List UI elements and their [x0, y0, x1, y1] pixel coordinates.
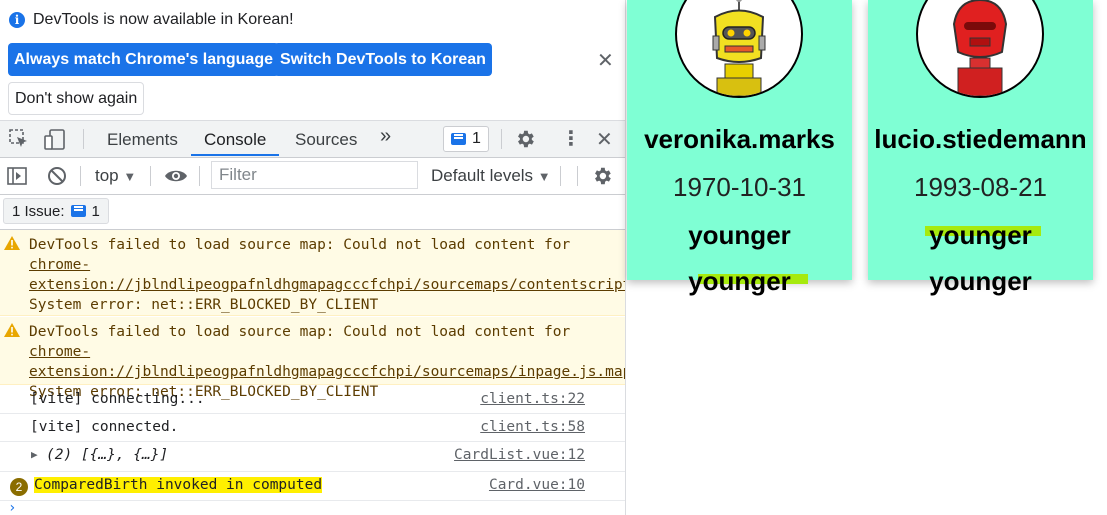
- tab-separator: [83, 129, 84, 149]
- birthdate: 1970-10-31: [673, 172, 806, 202]
- more-options-icon[interactable]: ⋮: [561, 126, 581, 151]
- console-prompt-icon[interactable]: ›: [8, 500, 16, 515]
- more-tabs-icon[interactable]: »: [380, 125, 391, 148]
- warning-prefix: DevTools failed to load source map: Coul…: [29, 237, 579, 253]
- log-source-link[interactable]: client.ts:22: [480, 391, 585, 407]
- log-levels-label: Default levels: [431, 166, 534, 185]
- message-count: 1: [472, 130, 481, 147]
- console-log-row: ▶ (2) [{…}, {…}] CardList.vue:12: [0, 442, 625, 472]
- robot-avatar-icon: [712, 0, 766, 96]
- robot-avatar-icon: [952, 0, 1008, 96]
- console-log-row: [vite] connecting... client.ts:22: [0, 386, 625, 414]
- device-toolbar-icon[interactable]: [44, 129, 66, 151]
- source-map-link[interactable]: chrome-extension://jblndlipeogpafnldhgma…: [29, 344, 625, 380]
- robot-avatar: [916, 0, 1044, 98]
- warning-prefix: DevTools failed to load source map: Coul…: [29, 324, 579, 340]
- age-compare-label-secondary: younger: [688, 266, 791, 296]
- highlighted-log-text: ComparedBirth invoked in computed: [34, 477, 323, 493]
- main-tabbar: Elements Console Sources » 1 ⋮ ✕: [0, 121, 625, 158]
- tab-separator: [501, 129, 502, 149]
- robot-avatar: [675, 0, 803, 98]
- toolbar-separator: [199, 166, 200, 186]
- dropdown-arrow-icon: ▼: [123, 169, 137, 184]
- issues-bar: 1 Issue: 1: [0, 195, 625, 230]
- age-compare-label-secondary: younger: [929, 266, 1032, 296]
- log-message: ComparedBirth invoked in computed: [34, 477, 323, 493]
- log-source-link[interactable]: client.ts:58: [480, 419, 585, 435]
- switch-to-korean-button[interactable]: Switch DevTools to Korean: [274, 43, 492, 76]
- console-log-row: [vite] connected. client.ts:58: [0, 414, 625, 442]
- log-object[interactable]: (2) [{…}, {…}]: [46, 447, 168, 463]
- console-toolbar: top ▼ Filter Default levels ▼: [0, 158, 625, 195]
- log-source-link[interactable]: CardList.vue:12: [454, 447, 585, 463]
- warning-message: DevTools failed to load source map: Coul…: [29, 235, 625, 315]
- context-selector[interactable]: top ▼: [95, 166, 136, 186]
- dont-show-again-button[interactable]: Don't show again: [8, 82, 145, 115]
- toolbar-separator: [150, 166, 151, 186]
- language-notice: i DevTools is now available in Korean! A…: [0, 0, 625, 121]
- tab-console[interactable]: Console: [204, 130, 266, 150]
- expand-triangle-icon[interactable]: ▶: [31, 448, 38, 461]
- console-settings-gear-icon[interactable]: [591, 165, 613, 187]
- devtools-panel: i DevTools is now available in Korean! A…: [0, 0, 626, 515]
- user-card: veronika.marks 1970-10-31 younger: [627, 0, 852, 280]
- toolbar-separator: [577, 166, 578, 186]
- log-source-link[interactable]: Card.vue:10: [489, 477, 585, 493]
- log-message: [vite] connecting...: [30, 391, 205, 407]
- toolbar-separator: [560, 166, 561, 186]
- console-warning: DevTools failed to load source map: Coul…: [0, 317, 625, 400]
- settings-gear-icon[interactable]: [514, 128, 536, 150]
- filter-input[interactable]: Filter: [211, 161, 418, 189]
- messages-badge[interactable]: 1: [443, 126, 489, 152]
- toolbar-separator: [80, 166, 81, 186]
- inspect-element-icon[interactable]: [9, 129, 29, 149]
- issues-button[interactable]: 1 Issue: 1: [3, 198, 109, 224]
- birthdate: 1993-08-21: [914, 172, 1047, 202]
- user-card: lucio.stiedemann 1993-08-21 younger: [868, 0, 1093, 280]
- message-icon: [451, 133, 467, 145]
- issues-label: 1 Issue:: [12, 202, 65, 220]
- warning-icon: [4, 323, 20, 337]
- live-expression-eye-icon[interactable]: [164, 167, 188, 185]
- notice-text: DevTools is now available in Korean!: [33, 11, 294, 28]
- age-compare-label: younger: [929, 220, 1032, 250]
- repeat-count-badge: 2: [10, 478, 28, 496]
- source-map-link[interactable]: chrome-extension://jblndlipeogpafnldhgma…: [29, 257, 625, 293]
- warning-icon: [4, 236, 20, 250]
- tab-elements[interactable]: Elements: [107, 130, 178, 150]
- clear-console-icon[interactable]: [47, 166, 67, 186]
- always-match-language-button[interactable]: Always match Chrome's language: [8, 43, 279, 76]
- username: lucio.stiedemann: [874, 124, 1087, 154]
- age-compare-label: younger: [688, 220, 791, 250]
- active-tab-indicator: [191, 154, 279, 156]
- notice-info: i DevTools is now available in Korean!: [9, 11, 294, 29]
- close-devtools-icon[interactable]: ✕: [596, 127, 613, 152]
- sidebar-toggle-icon[interactable]: [7, 166, 27, 186]
- issue-icon: [70, 205, 86, 217]
- close-notice-icon[interactable]: ✕: [597, 48, 614, 73]
- issues-count: 1: [91, 202, 100, 220]
- dropdown-arrow-icon: ▼: [537, 169, 551, 184]
- context-value: top: [95, 166, 119, 185]
- log-levels-dropdown[interactable]: Default levels ▼: [431, 166, 551, 186]
- console-log-row: 2 ComparedBirth invoked in computed Card…: [0, 472, 625, 501]
- tab-sources[interactable]: Sources: [295, 130, 357, 150]
- console-warning: DevTools failed to load source map: Coul…: [0, 230, 625, 316]
- info-icon: i: [9, 12, 25, 28]
- username: veronika.marks: [644, 124, 835, 154]
- log-message: [vite] connected.: [30, 419, 179, 435]
- app-viewport: veronika.marks 1970-10-31 younger lucio.…: [626, 0, 1107, 515]
